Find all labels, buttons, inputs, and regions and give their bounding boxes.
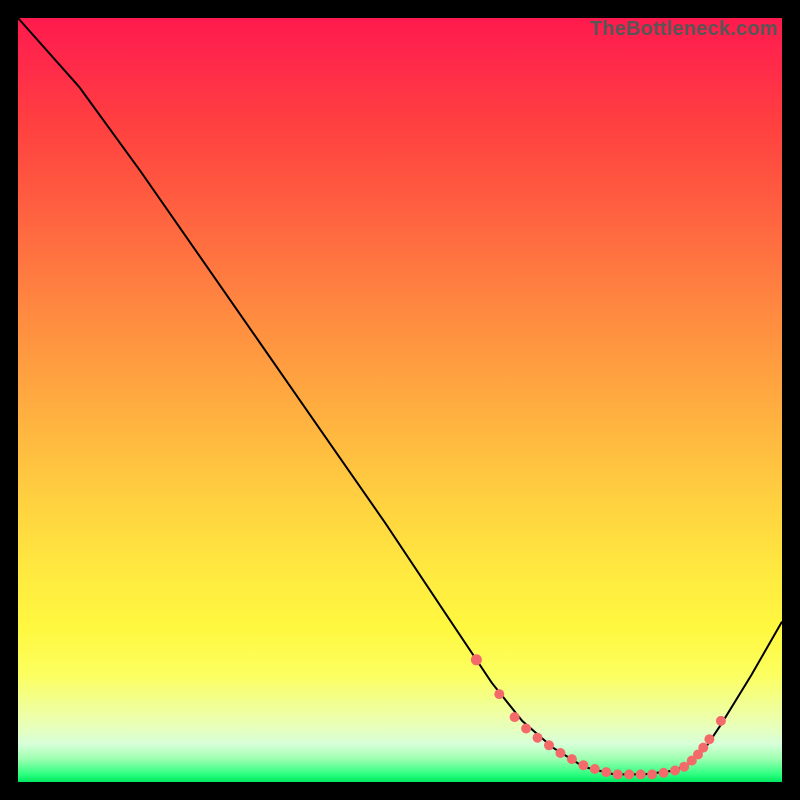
highlight-dot: [670, 766, 680, 776]
chart-plot-area: TheBottleneck.com: [18, 18, 782, 782]
highlight-dot: [613, 769, 623, 779]
highlight-dot: [533, 733, 543, 743]
highlight-dot: [601, 767, 611, 777]
highlight-dot: [471, 654, 482, 665]
highlight-dot: [567, 754, 577, 764]
chart-stage: TheBottleneck.com: [0, 0, 800, 800]
highlight-dot: [698, 743, 708, 753]
highlight-dot: [636, 769, 646, 779]
highlight-dots-group: [471, 654, 726, 779]
bottleneck-curve: [18, 18, 782, 774]
highlight-dot: [578, 760, 588, 770]
highlight-dot: [555, 748, 565, 758]
highlight-dot: [521, 724, 531, 734]
highlight-dot: [544, 740, 554, 750]
highlight-dot: [716, 716, 726, 726]
highlight-dot: [647, 769, 657, 779]
highlight-dot: [624, 769, 634, 779]
chart-overlay-svg: [18, 18, 782, 782]
highlight-dot: [659, 768, 669, 778]
highlight-dot: [590, 764, 600, 774]
highlight-dot: [494, 689, 504, 699]
highlight-dot: [704, 734, 714, 744]
highlight-dot: [510, 712, 520, 722]
